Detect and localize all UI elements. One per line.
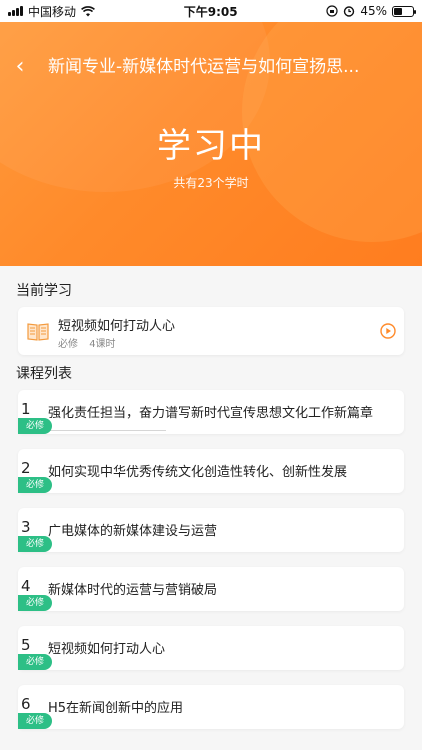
course-number: 5: [21, 636, 31, 654]
battery-icon: [391, 5, 416, 17]
course-number: 4: [21, 577, 31, 595]
course-title: H5在新闻创新中的应用: [48, 701, 184, 716]
course-item[interactable]: 5 短视频如何打动人心 必修: [18, 626, 404, 670]
required-badge: 必修: [18, 654, 53, 670]
course-item[interactable]: 6 H5在新闻创新中的应用 必修: [18, 685, 404, 729]
wifi-icon: [81, 5, 95, 16]
course-item[interactable]: 2 如何实现中华优秀传统文化创造性转化、创新性发展 必修: [18, 449, 404, 493]
course-title: 新媒体时代的运营与营销破局: [48, 583, 218, 598]
current-course-name: 短视频如何打动人心: [58, 319, 176, 334]
total-hours: 共有23个学时: [173, 176, 249, 190]
course-detail-page: 中国移动 下午9:05 45% ‹ 新闻专业-新媒体时代运营与如何宣扬思... …: [0, 0, 422, 750]
course-header: ‹ 新闻专业-新媒体时代运营与如何宣扬思... 学习中 共有23个学时: [0, 22, 422, 266]
required-badge: 必修: [18, 595, 53, 611]
status-time: 下午9:05: [183, 4, 238, 19]
course-number: 1: [21, 400, 31, 418]
battery-percent: 45%: [360, 4, 387, 18]
course-number: 3: [21, 518, 31, 536]
back-button[interactable]: ‹: [10, 56, 30, 78]
course-number: 6: [21, 695, 31, 713]
rotation-lock-icon: [326, 5, 338, 17]
course-title: 短视频如何打动人心: [48, 642, 166, 657]
chevron-left-icon: ‹: [15, 54, 25, 79]
course-item[interactable]: 4 新媒体时代的运营与营销破局 必修: [18, 567, 404, 611]
required-badge: 必修: [18, 418, 53, 434]
required-badge: 必修: [18, 477, 53, 493]
learning-status: 学习中: [157, 126, 265, 166]
signal-icon: [8, 6, 23, 16]
status-left: 中国移动: [8, 3, 95, 20]
required-badge: 必修: [18, 536, 53, 552]
progress-underline: [48, 430, 166, 431]
alarm-icon: [344, 6, 355, 17]
carrier-label: 中国移动: [28, 4, 77, 19]
status-right: 45%: [326, 4, 416, 18]
current-course-meta: 必修 4课时: [58, 335, 116, 350]
course-number: 2: [21, 459, 31, 477]
open-book-icon: [27, 323, 49, 341]
status-bar: 中国移动 下午9:05 45%: [0, 0, 422, 22]
page-title: 新闻专业-新媒体时代运营与如何宣扬思...: [48, 57, 360, 77]
course-item[interactable]: 1 强化责任担当，奋力谱写新时代宣传思想文化工作新篇章 必修: [18, 390, 404, 434]
battery-fill: [393, 7, 403, 15]
required-badge: 必修: [18, 713, 53, 729]
current-section-heading: 当前学习: [16, 283, 72, 299]
play-circle-icon[interactable]: [380, 323, 396, 339]
course-title: 广电媒体的新媒体建设与运营: [48, 524, 218, 539]
course-hours: 4课时: [89, 339, 116, 350]
course-title: 如何实现中华优秀传统文化创造性转化、创新性发展: [48, 465, 348, 480]
course-title: 强化责任担当，奋力谱写新时代宣传思想文化工作新篇章: [48, 406, 374, 421]
current-course-card[interactable]: 短视频如何打动人心 必修 4课时: [18, 307, 404, 355]
course-list-heading: 课程列表: [16, 366, 72, 382]
course-item[interactable]: 3 广电媒体的新媒体建设与运营 必修: [18, 508, 404, 552]
course-type: 必修: [58, 339, 78, 350]
